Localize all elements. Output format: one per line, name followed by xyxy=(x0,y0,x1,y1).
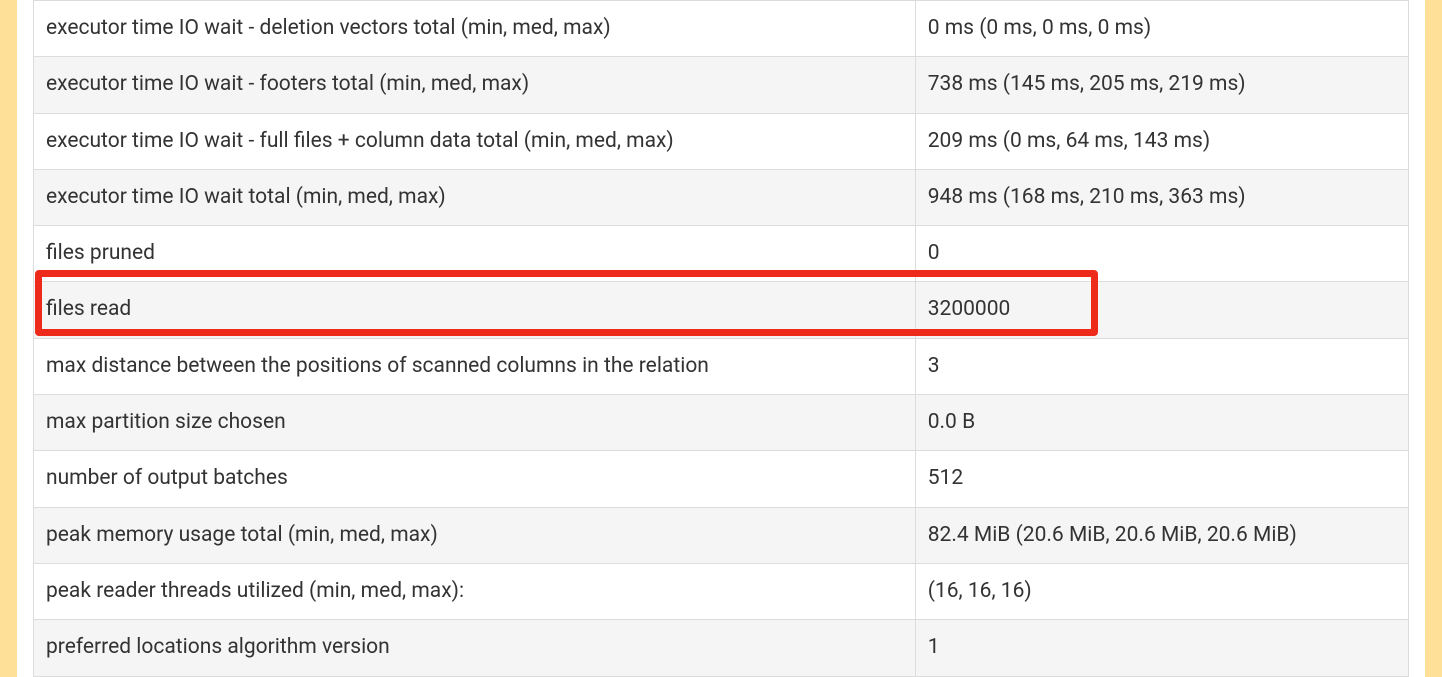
table-row: max distance between the positions of sc… xyxy=(34,338,1409,394)
table-row: number of output batches 512 xyxy=(34,451,1409,507)
metric-label: preferred locations algorithm version xyxy=(34,620,916,676)
metric-label: files pruned xyxy=(34,226,916,282)
metric-value: 0.0 B xyxy=(915,395,1408,451)
table-row: executor time IO wait - full files + col… xyxy=(34,113,1409,169)
metric-value: 82.4 MiB (20.6 MiB, 20.6 MiB, 20.6 MiB) xyxy=(915,507,1408,563)
metric-value: 512 xyxy=(915,451,1408,507)
metric-label: peak reader threads utilized (min, med, … xyxy=(34,563,916,619)
table-row: files read 3200000 xyxy=(34,282,1409,338)
metric-value: 948 ms (168 ms, 210 ms, 363 ms) xyxy=(915,169,1408,225)
table-row: preferred locations algorithm version 1 xyxy=(34,620,1409,676)
table-row: executor time IO wait total (min, med, m… xyxy=(34,169,1409,225)
metric-value: 209 ms (0 ms, 64 ms, 143 ms) xyxy=(915,113,1408,169)
metric-value: 1 xyxy=(915,620,1408,676)
metric-label: executor time IO wait - deletion vectors… xyxy=(34,1,916,57)
metric-label: executor time IO wait - footers total (m… xyxy=(34,57,916,113)
metric-label: max distance between the positions of sc… xyxy=(34,338,916,394)
metrics-table: executor time IO wait - deletion vectors… xyxy=(33,0,1409,677)
metric-label: peak memory usage total (min, med, max) xyxy=(34,507,916,563)
table-row: peak memory usage total (min, med, max) … xyxy=(34,507,1409,563)
metric-value: (16, 16, 16) xyxy=(915,563,1408,619)
metric-label: executor time IO wait - full files + col… xyxy=(34,113,916,169)
metric-value: 0 ms (0 ms, 0 ms, 0 ms) xyxy=(915,1,1408,57)
metric-label: number of output batches xyxy=(34,451,916,507)
metric-label: executor time IO wait total (min, med, m… xyxy=(34,169,916,225)
metric-value: 3 xyxy=(915,338,1408,394)
table-row: peak reader threads utilized (min, med, … xyxy=(34,563,1409,619)
metric-label: max partition size chosen xyxy=(34,395,916,451)
table-row: executor time IO wait - footers total (m… xyxy=(34,57,1409,113)
table-row: executor time IO wait - deletion vectors… xyxy=(34,1,1409,57)
table-row: max partition size chosen 0.0 B xyxy=(34,395,1409,451)
table-row: files pruned 0 xyxy=(34,226,1409,282)
metric-value: 0 xyxy=(915,226,1408,282)
metric-label: files read xyxy=(34,282,916,338)
metric-value: 738 ms (145 ms, 205 ms, 219 ms) xyxy=(915,57,1408,113)
outer-frame: executor time IO wait - deletion vectors… xyxy=(0,0,1442,677)
metric-value: 3200000 xyxy=(915,282,1408,338)
metrics-panel: executor time IO wait - deletion vectors… xyxy=(17,0,1425,677)
